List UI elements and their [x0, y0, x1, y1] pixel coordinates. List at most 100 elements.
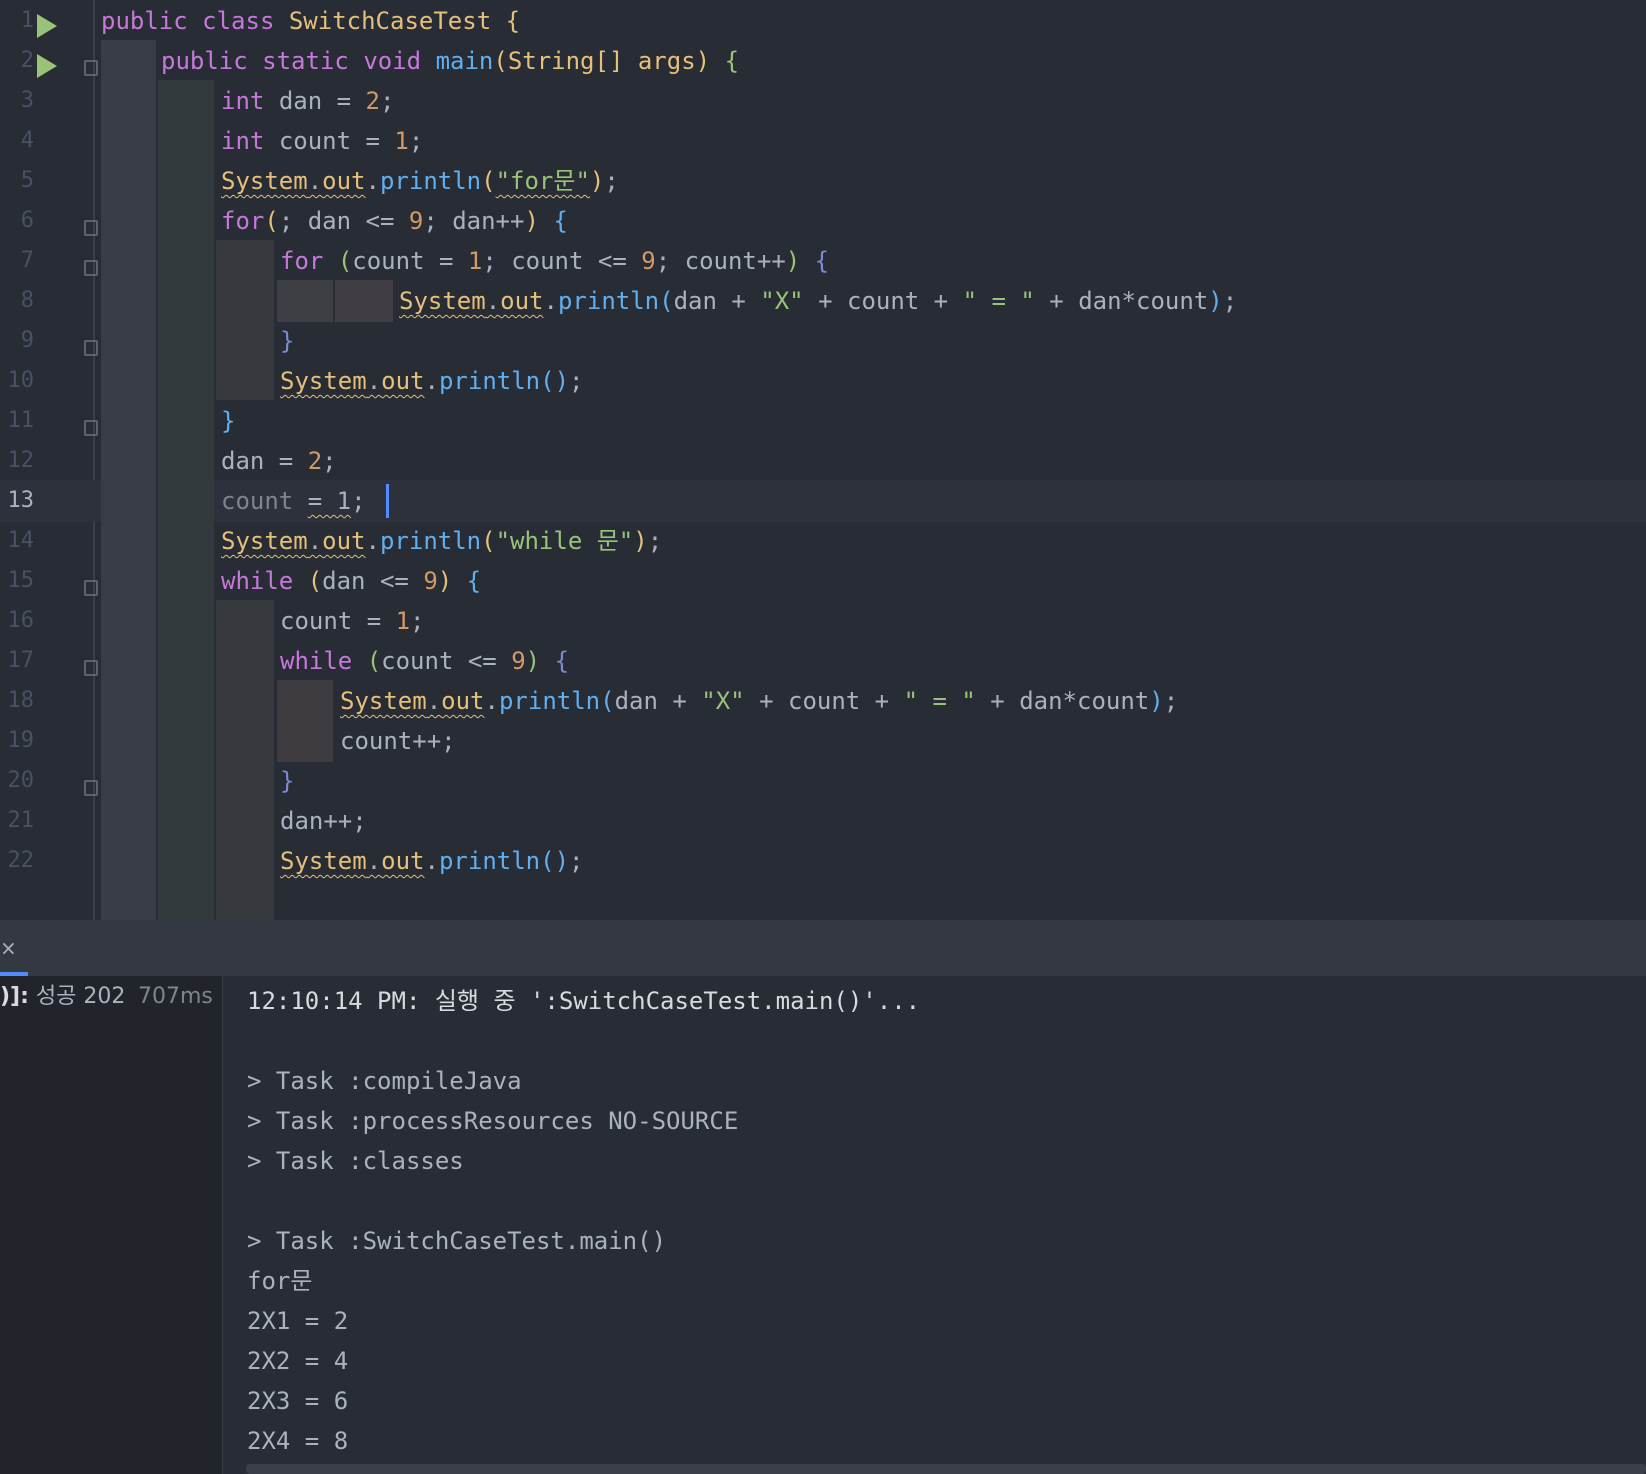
horizontal-scrollbar[interactable]	[246, 1464, 1646, 1474]
fold-marker-icon[interactable]	[84, 560, 102, 602]
code-text: public static void main(String[] args) {	[161, 47, 740, 75]
text-cursor	[386, 484, 389, 518]
fold-marker-icon[interactable]	[84, 40, 102, 82]
code-line-4[interactable]: 4 int count = 1;	[0, 120, 1646, 162]
code-line-16[interactable]: 16 count = 1;	[0, 600, 1646, 642]
indent-guide	[277, 280, 333, 322]
code-text: int dan = 2;	[221, 87, 395, 115]
console-line: > Task :processResources NO-SOURCE	[247, 1107, 739, 1135]
line-number: 21	[7, 808, 35, 833]
code-text: dan = 2;	[221, 447, 337, 475]
code-text: }	[280, 327, 295, 355]
line-number: 14	[7, 528, 35, 553]
build-result-row[interactable]: )]: 성공 202 707ms	[0, 976, 222, 1018]
code-text: System.out.println();	[280, 367, 584, 395]
close-icon[interactable]: ×	[0, 920, 17, 976]
code-line-17[interactable]: 17 while (count <= 9) {	[0, 640, 1646, 682]
console-line: 2X3 = 6	[247, 1387, 349, 1415]
code-text: }	[221, 407, 236, 435]
indent-guide	[277, 720, 333, 762]
current-line-highlight	[214, 480, 1646, 522]
ide-window: 1 public class SwitchCaseTest { 2 public…	[0, 0, 1646, 1474]
line-number: 10	[7, 368, 35, 393]
line-number: 7	[20, 248, 34, 273]
code-text: System.out.println("while 문");	[221, 527, 663, 555]
code-line-12[interactable]: 12 dan = 2;	[0, 440, 1646, 482]
line-number: 13	[7, 488, 35, 513]
code-line-18[interactable]: 18 System.out.println(dan + "X" + count …	[0, 680, 1646, 722]
line-number: 6	[20, 208, 34, 233]
code-text: System.out.println();	[280, 847, 584, 875]
line-number: 15	[7, 568, 35, 593]
code-line-5[interactable]: 5 System.out.println("for문");	[0, 160, 1646, 202]
console-line: 12:10:14 PM: 실행 중 ':SwitchCaseTest.main(…	[247, 987, 921, 1015]
code-text: count++;	[340, 727, 456, 755]
line-number: 8	[20, 288, 34, 313]
console-line: 2X4 = 8	[247, 1427, 349, 1455]
console-line: 2X2 = 4	[247, 1347, 349, 1375]
build-tree-panel: )]: 성공 202 707ms	[0, 976, 223, 1474]
fold-marker-icon[interactable]	[84, 760, 102, 802]
code-text: count = 1;	[280, 607, 425, 635]
console-line: for문	[247, 1267, 313, 1295]
line-number: 17	[7, 648, 35, 673]
code-line-21[interactable]: 21 dan++;	[0, 800, 1646, 842]
fold-marker-icon[interactable]	[84, 640, 102, 682]
code-line-22[interactable]: 22 System.out.println();	[0, 840, 1646, 882]
code-line-2[interactable]: 2 public static void main(String[] args)…	[0, 40, 1646, 82]
code-text: System.out.println("for문");	[221, 167, 619, 195]
code-line-13[interactable]: 13 count = 1;	[0, 480, 1646, 522]
code-line-19[interactable]: 19 count++;	[0, 720, 1646, 762]
indent-guide	[335, 280, 393, 322]
fold-marker-icon[interactable]	[84, 400, 102, 442]
fold-marker-icon[interactable]	[84, 320, 102, 362]
code-line-7[interactable]: 7 for (count = 1; count <= 9; count++) {	[0, 240, 1646, 282]
line-number: 20	[7, 768, 35, 793]
code-text: }	[280, 767, 295, 795]
code-text: System.out.println(dan + "X" + count + "…	[399, 287, 1238, 315]
code-text: System.out.println(dan + "X" + count + "…	[340, 687, 1179, 715]
code-line-9[interactable]: 9 }	[0, 320, 1646, 362]
run-icon[interactable]	[37, 40, 61, 82]
build-status: )]: 성공 202	[0, 984, 126, 1009]
line-number: 3	[20, 88, 34, 113]
line-number: 9	[20, 328, 34, 353]
code-line-6[interactable]: 6 for(; dan <= 9; dan++) {	[0, 200, 1646, 242]
fold-marker-icon[interactable]	[84, 240, 102, 282]
console-line: > Task :compileJava	[247, 1067, 522, 1095]
code-line-11[interactable]: 11 }	[0, 400, 1646, 442]
line-number: 12	[7, 448, 35, 473]
code-text: count = 1;	[221, 487, 366, 515]
code-line-14[interactable]: 14 System.out.println("while 문");	[0, 520, 1646, 562]
code-line-1[interactable]: 1 public class SwitchCaseTest {	[0, 0, 1646, 42]
line-number: 19	[7, 728, 35, 753]
code-text: dan++;	[280, 807, 367, 835]
code-line-20[interactable]: 20 }	[0, 760, 1646, 802]
run-tool-window-header: ×	[0, 920, 1646, 976]
code-text: while (count <= 9) {	[280, 647, 570, 675]
code-line-15[interactable]: 15 while (dan <= 9) {	[0, 560, 1646, 602]
console-output[interactable]: 12:10:14 PM: 실행 중 ':SwitchCaseTest.main(…	[223, 976, 1646, 1474]
code-text: for (count = 1; count <= 9; count++) {	[280, 247, 830, 275]
run-icon[interactable]	[37, 0, 61, 42]
console-line: > Task :SwitchCaseTest.main()	[247, 1227, 667, 1255]
console-line: > Task :classes	[247, 1147, 464, 1175]
code-line-3[interactable]: 3 int dan = 2;	[0, 80, 1646, 122]
code-text: while (dan <= 9) {	[221, 567, 482, 595]
code-text: public class SwitchCaseTest {	[101, 7, 521, 35]
line-number: 16	[7, 608, 35, 633]
code-line-8[interactable]: 8 System.out.println(dan + "X" + count +…	[0, 280, 1646, 322]
line-number: 1	[20, 8, 34, 33]
line-number: 22	[7, 848, 35, 873]
code-editor[interactable]: 1 public class SwitchCaseTest { 2 public…	[0, 0, 1646, 920]
code-text: for(; dan <= 9; dan++) {	[221, 207, 568, 235]
line-number: 18	[7, 688, 35, 713]
line-number: 5	[20, 168, 34, 193]
line-number: 2	[20, 48, 34, 73]
line-number: 11	[7, 408, 35, 433]
build-duration: 707ms	[138, 984, 213, 1009]
fold-marker-icon[interactable]	[84, 200, 102, 242]
line-number: 4	[20, 128, 34, 153]
indent-guide	[101, 40, 156, 82]
code-line-10[interactable]: 10 System.out.println();	[0, 360, 1646, 402]
